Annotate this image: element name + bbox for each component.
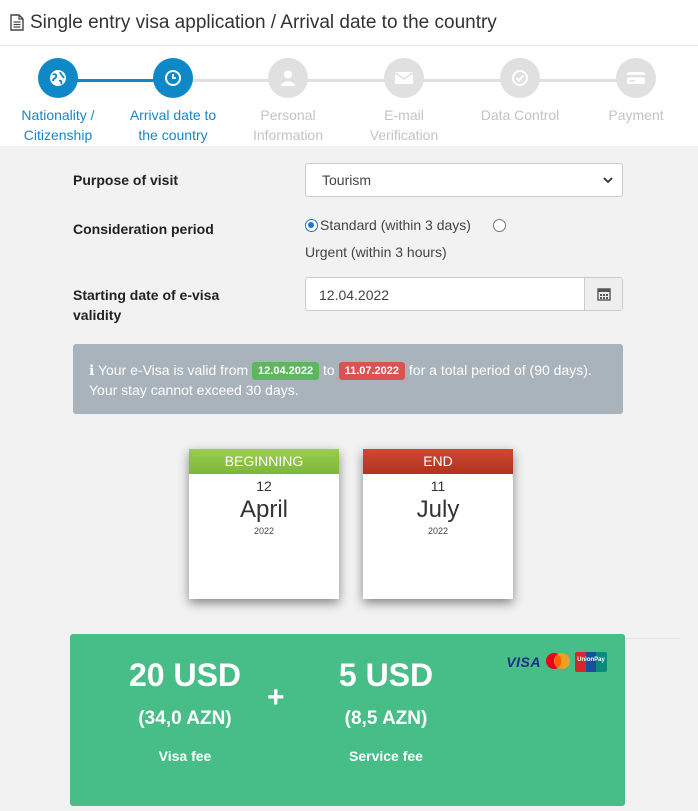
info-text: for a total period of (90 days). — [408, 362, 592, 378]
calendar-button[interactable] — [584, 278, 622, 310]
from-date-badge: 12.04.2022 — [252, 362, 320, 380]
plus-sign: + — [267, 681, 285, 714]
service-fee-column: 5 USD (8,5 AZN) Service fee — [311, 656, 461, 764]
radio-standard[interactable]: Standard (within 3 days) — [305, 215, 471, 235]
end-year: 2022 — [427, 526, 449, 536]
clock-icon — [153, 58, 193, 98]
chevron-down-icon — [603, 177, 613, 184]
visa-fee-azn: (34,0 AZN) — [138, 708, 232, 729]
step-arrival-date[interactable]: Arrival date to the country — [115, 58, 231, 145]
step-label: Citizenship — [23, 127, 93, 143]
step-label: E-mail — [384, 107, 424, 123]
beginning-day: 12 — [256, 478, 272, 494]
fee-summary: 20 USD (34,0 AZN) Visa fee + 5 USD (8,5 … — [70, 634, 625, 806]
progress-steps: Nationality / Citizenship Arrival date t… — [0, 46, 698, 146]
visa-fee-label: Visa fee — [158, 748, 212, 764]
period-radio-group: Standard (within 3 days) Urgent (within … — [305, 215, 508, 262]
purpose-select[interactable]: Tourism — [305, 163, 623, 197]
document-icon — [10, 14, 24, 31]
info-stay-text: Your stay cannot exceed 30 days. — [89, 382, 299, 398]
step-email-verification[interactable]: E-mail Verification — [346, 58, 462, 145]
credit-card-icon — [616, 58, 656, 98]
start-date-label: Starting date of e-visa validity — [73, 285, 219, 325]
purpose-row: Purpose of visit Tourism — [73, 163, 623, 197]
step-label: Information — [252, 127, 324, 143]
end-day: 11 — [430, 478, 446, 494]
envelope-icon — [384, 58, 424, 98]
service-fee-azn: (8,5 AZN) — [344, 708, 428, 729]
radio-standard-label: Standard (within 3 days) — [320, 217, 471, 233]
globe-icon — [38, 58, 78, 98]
radio-dot-unchecked[interactable] — [492, 218, 506, 232]
period-label: Consideration period — [73, 221, 214, 237]
period-row: Consideration period Standard (within 3 … — [73, 213, 623, 263]
user-icon — [268, 58, 308, 98]
step-label: the country — [138, 127, 208, 143]
start-date-label-line: validity — [73, 307, 122, 323]
radio-dot-checked[interactable] — [305, 218, 318, 232]
mastercard-logo-icon — [546, 653, 570, 669]
step-data-control[interactable]: Data Control — [462, 58, 578, 125]
page-header: Single entry visa application / Arrival … — [0, 0, 698, 146]
step-payment[interactable]: Payment — [578, 58, 694, 125]
start-date-input[interactable]: 12.04.2022 — [305, 277, 623, 311]
beginning-date-card: BEGINNING 12 April 2022 — [189, 449, 339, 599]
step-label: Data Control — [480, 107, 560, 123]
calendar-icon — [596, 288, 611, 301]
beginning-year: 2022 — [253, 526, 275, 536]
radio-urgent[interactable] — [492, 218, 508, 232]
step-label: Verification — [369, 127, 439, 143]
purpose-value: Tourism — [322, 172, 372, 188]
step-label: Personal — [260, 107, 316, 123]
page-title: Single entry visa application / Arrival … — [30, 11, 497, 33]
step-personal-information[interactable]: Personal Information — [230, 58, 346, 145]
to-date-badge: 11.07.2022 — [338, 362, 406, 380]
service-fee-label: Service fee — [349, 748, 423, 764]
title-bar: Single entry visa application / Arrival … — [0, 0, 698, 46]
info-text: Your e-Visa is valid from — [97, 362, 249, 378]
step-label: Nationality / — [21, 107, 95, 123]
divider — [625, 638, 680, 639]
visa-fee-column: 20 USD (34,0 AZN) Visa fee — [110, 656, 260, 764]
visa-logo: VISA — [506, 654, 541, 670]
purpose-label: Purpose of visit — [73, 172, 179, 188]
radio-urgent-label: Urgent (within 3 hours) — [305, 243, 447, 260]
check-circle-icon — [500, 58, 540, 98]
start-date-label-line: Starting date of e-visa — [73, 287, 220, 303]
info-text: to — [323, 362, 335, 378]
unionpay-logo: UnionPay — [575, 652, 607, 672]
beginning-header: BEGINNING — [189, 449, 339, 474]
start-date-row: Starting date of e-visa validity 12.04.2… — [73, 277, 623, 327]
start-date-value: 12.04.2022 — [319, 287, 390, 303]
payment-logos: VISA UnionPay — [506, 652, 607, 672]
end-month: July — [416, 496, 460, 523]
step-label: Payment — [608, 107, 664, 123]
end-date-card: END 11 July 2022 — [363, 449, 513, 599]
end-header: END — [363, 449, 513, 474]
step-label: Arrival date to — [129, 107, 217, 123]
service-fee-amount: 5 USD — [338, 657, 434, 693]
step-nationality[interactable]: Nationality / Citizenship — [0, 58, 116, 145]
info-icon: ℹ — [89, 362, 95, 378]
validity-info-box: ℹ Your e-Visa is valid from 12.04.2022 t… — [73, 344, 623, 414]
beginning-month: April — [239, 496, 288, 523]
visa-fee-amount: 20 USD — [128, 657, 242, 693]
